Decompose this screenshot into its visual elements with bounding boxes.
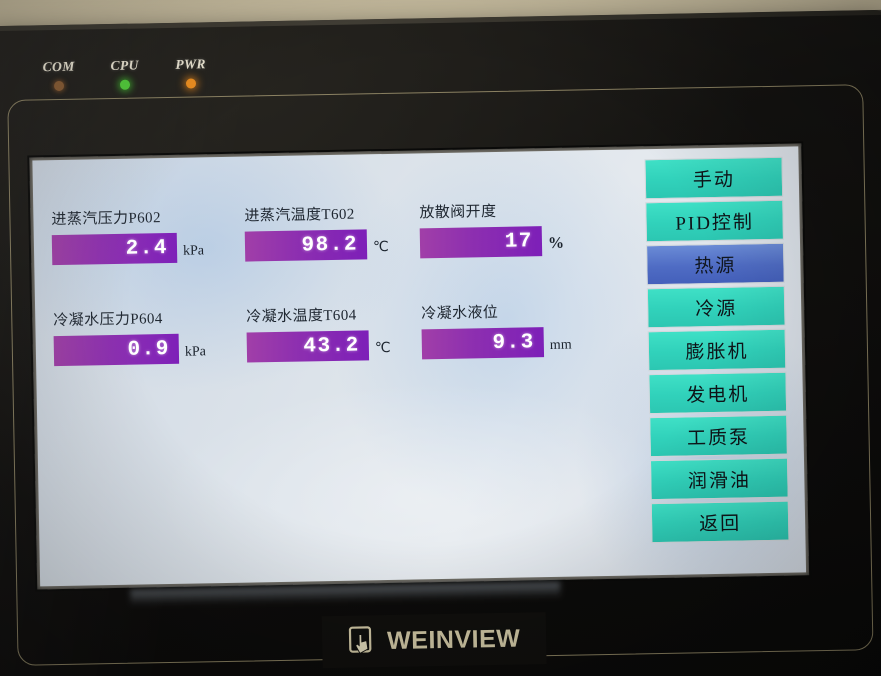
led-dot-com-icon (53, 80, 65, 92)
gauge-label: 进蒸汽温度T602 (244, 206, 355, 225)
menu-button-label: 发电机 (686, 383, 750, 407)
gauge-value-field[interactable]: 98.2 (244, 229, 368, 262)
menu-button-label: 手动 (692, 169, 736, 191)
gauge-condensate-temperature: 冷凝水温度T604 43.2 ℃ (246, 302, 422, 363)
gauge-value-field[interactable]: 9.3 (421, 327, 545, 360)
gauge-steam-inlet-pressure: 进蒸汽压力P602 2.4 kPa (51, 205, 245, 266)
menu-button-label: 润滑油 (687, 469, 752, 492)
case-top-edge (0, 9, 881, 32)
menu-button-label: 工质泵 (686, 426, 751, 450)
led-label-cpu: CPU (110, 57, 139, 74)
menu-button-pid-control[interactable]: PID控制 (645, 199, 784, 243)
gauge-label: 冷凝水液位 (421, 304, 499, 323)
gauge-steam-inlet-temperature: 进蒸汽温度T602 98.2 ℃ (244, 201, 420, 262)
gauge-unit: mm (549, 337, 572, 354)
screen-glare-bottom (156, 378, 681, 587)
gauge-value-field[interactable]: 2.4 (51, 232, 178, 266)
hmi-screen: 进蒸汽压力P602 2.4 kPa 进蒸汽温度T602 98.2 ℃ 放散阀开度… (32, 146, 807, 587)
menu-button-lubricating-oil[interactable]: 润滑油 (649, 457, 789, 501)
lcd-screen-frame: 进蒸汽压力P602 2.4 kPa 进蒸汽温度T602 98.2 ℃ 放散阀开度… (29, 143, 810, 590)
led-indicator-pwr: PWR (171, 56, 212, 89)
gauge-value: 2.4 (125, 236, 169, 261)
hmi-device-body: COM CPU PWR 进蒸汽压力P602 2.4 kPa 进蒸汽温度T602 … (0, 9, 881, 676)
gauge-unit: kPa (184, 344, 207, 360)
menu-button-manual[interactable]: 手动 (644, 156, 784, 200)
menu-button-generator[interactable]: 发电机 (648, 371, 788, 415)
gauge-value-field[interactable]: 17 (419, 226, 543, 259)
menu-button-cold-source[interactable]: 冷源 (646, 285, 786, 329)
gauge-condensate-level: 冷凝水液位 9.3 mm (421, 299, 612, 360)
gauge-value: 43.2 (303, 333, 361, 359)
menu-button-return[interactable]: 返回 (650, 500, 790, 544)
gauge-value: 0.9 (127, 337, 171, 362)
gauge-label: 冷凝水温度T604 (246, 307, 357, 326)
gauge-unit: ℃ (372, 239, 389, 256)
screen-navigation-menu: 手动 PID控制 热源 冷源 膨胀机 发电机 工质泵 润滑油 返回 (644, 156, 790, 544)
gauge-value: 9.3 (492, 330, 536, 355)
led-dot-cpu-icon (119, 79, 131, 90)
photo-scene: COM CPU PWR 进蒸汽压力P602 2.4 kPa 进蒸汽温度T602 … (0, 0, 881, 676)
gauge-unit: ℃ (374, 340, 391, 357)
gauge-unit: kPa (182, 243, 205, 259)
led-indicator-cpu: CPU (105, 57, 146, 90)
touch-panel-hand-icon (348, 625, 379, 658)
led-indicator-com: COM (39, 59, 80, 92)
menu-button-expander[interactable]: 膨胀机 (647, 328, 787, 372)
gauge-row-bottom: 冷凝水压力P604 0.9 kPa 冷凝水温度T604 43.2 ℃ 冷凝水液位… (53, 299, 614, 367)
menu-button-working-fluid-pump[interactable]: 工质泵 (649, 414, 788, 458)
brand-name: WEINVIEW (386, 624, 521, 655)
gauge-label: 进蒸汽压力P602 (51, 210, 162, 229)
gauge-value-field[interactable]: 0.9 (53, 333, 180, 367)
gauge-value: 98.2 (301, 233, 359, 258)
menu-button-label: 热源 (694, 255, 737, 277)
gauge-value: 17 (504, 229, 534, 254)
brand-mark: WEINVIEW (321, 612, 547, 669)
led-label-pwr: PWR (175, 56, 207, 72)
gauge-condensate-pressure: 冷凝水压力P604 0.9 kPa (53, 306, 247, 367)
menu-button-label: 膨胀机 (685, 340, 749, 364)
gauge-label: 冷凝水压力P604 (53, 311, 163, 330)
menu-button-label: PID控制 (675, 211, 755, 235)
menu-button-heat-source[interactable]: 热源 (646, 242, 785, 286)
menu-button-label: 冷源 (695, 298, 738, 320)
led-dot-pwr-icon (185, 78, 197, 89)
led-label-com: COM (42, 58, 75, 75)
gauge-panel: 进蒸汽压力P602 2.4 kPa 进蒸汽温度T602 98.2 ℃ 放散阀开度… (51, 198, 614, 367)
gauge-row-top: 进蒸汽压力P602 2.4 kPa 进蒸汽温度T602 98.2 ℃ 放散阀开度… (51, 198, 612, 266)
gauge-unit: % (547, 234, 565, 253)
gauge-vent-valve-opening: 放散阀开度 17 % (419, 198, 610, 259)
gauge-label: 放散阀开度 (419, 203, 497, 222)
led-indicator-row: COM CPU PWR (39, 56, 212, 92)
menu-button-label: 返回 (698, 513, 742, 535)
gauge-value-field[interactable]: 43.2 (246, 330, 370, 363)
